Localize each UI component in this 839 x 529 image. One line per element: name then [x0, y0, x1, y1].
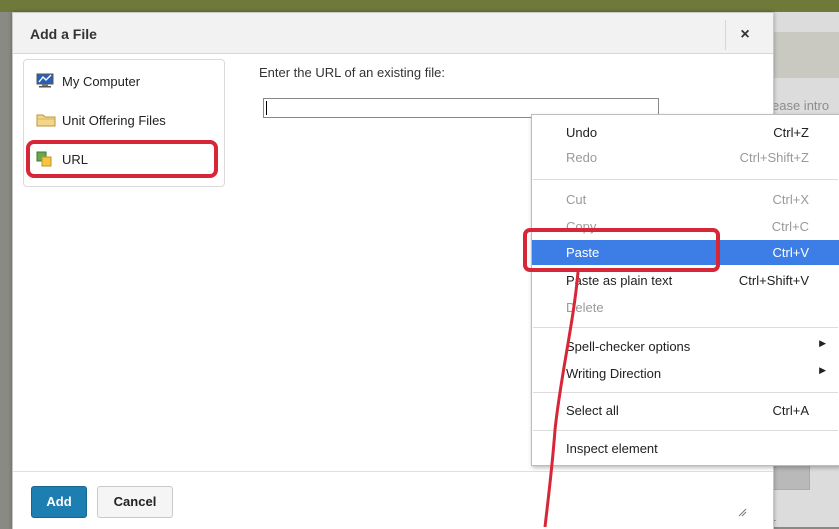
menu-item-shortcut: Ctrl+A	[772, 403, 809, 418]
cancel-button[interactable]: Cancel	[97, 486, 173, 518]
background-text: ease intro	[772, 98, 830, 113]
file-source-list: My Computer Unit Offering Files URL	[23, 59, 225, 187]
menu-separator	[533, 327, 838, 328]
menu-item-cut[interactable]: Cut Ctrl+X	[532, 187, 839, 212]
source-url[interactable]: URL	[26, 140, 218, 178]
menu-item-undo[interactable]: Undo Ctrl+Z	[532, 120, 839, 145]
menu-separator	[533, 179, 838, 180]
menu-item-delete[interactable]: Delete	[532, 295, 839, 320]
menu-item-select-all[interactable]: Select all Ctrl+A	[532, 398, 839, 423]
menu-item-label: Redo	[566, 150, 598, 165]
menu-item-redo[interactable]: Redo Ctrl+Shift+Z	[532, 145, 839, 170]
monitor-icon	[36, 73, 56, 89]
dialog-title: Add a File	[30, 26, 97, 42]
menu-item-shortcut: Ctrl+Shift+V	[738, 273, 809, 288]
resize-grip-icon[interactable]	[737, 506, 747, 520]
menu-item-label: Delete	[566, 300, 604, 315]
page-header-strip	[0, 0, 839, 12]
folder-icon	[36, 112, 56, 128]
text-caret	[266, 101, 267, 115]
url-icon	[36, 151, 56, 167]
menu-separator	[533, 430, 838, 431]
menu-item-inspect-element[interactable]: Inspect element	[532, 436, 839, 461]
menu-item-spell-checker-options[interactable]: Spell-checker options ▶	[532, 334, 839, 359]
source-label: Unit Offering Files	[62, 112, 166, 128]
url-prompt: Enter the URL of an existing file:	[259, 65, 445, 80]
add-button[interactable]: Add	[31, 486, 87, 518]
menu-separator	[533, 392, 838, 393]
submenu-arrow-icon: ▶	[819, 338, 826, 348]
menu-item-writing-direction[interactable]: Writing Direction ▶	[532, 361, 839, 386]
menu-item-label: Paste as plain text	[566, 273, 673, 288]
menu-item-shortcut: Ctrl+C	[771, 219, 809, 234]
context-menu: Undo Ctrl+Z Redo Ctrl+Shift+Z Cut Ctrl+X…	[531, 114, 839, 466]
background-band	[772, 32, 839, 78]
menu-item-label: Select all	[566, 403, 619, 418]
source-label: My Computer	[62, 73, 141, 89]
menu-item-shortcut: Ctrl+Shift+Z	[739, 150, 809, 165]
source-label: URL	[62, 151, 89, 167]
menu-item-label: Spell-checker options	[566, 339, 691, 354]
menu-item-shortcut: Ctrl+V	[772, 245, 809, 260]
close-icon: ×	[740, 26, 750, 43]
menu-item-shortcut: Ctrl+Z	[773, 125, 809, 140]
source-unit-offering-files[interactable]: Unit Offering Files	[36, 109, 166, 131]
menu-item-label: Cut	[566, 192, 587, 207]
dialog-footer: Add Cancel	[13, 471, 773, 529]
menu-item-label: Inspect element	[566, 441, 658, 456]
close-button[interactable]: ×	[725, 20, 764, 50]
dialog-title-bar: Add a File ×	[13, 13, 773, 54]
source-my-computer[interactable]: My Computer	[36, 70, 140, 92]
menu-item-shortcut: Ctrl+X	[772, 192, 809, 207]
submenu-arrow-icon: ▶	[819, 365, 826, 375]
menu-item-label: Undo	[566, 125, 598, 140]
paste-highlight-annotation	[523, 228, 720, 272]
menu-item-label: Writing Direction	[566, 366, 662, 381]
